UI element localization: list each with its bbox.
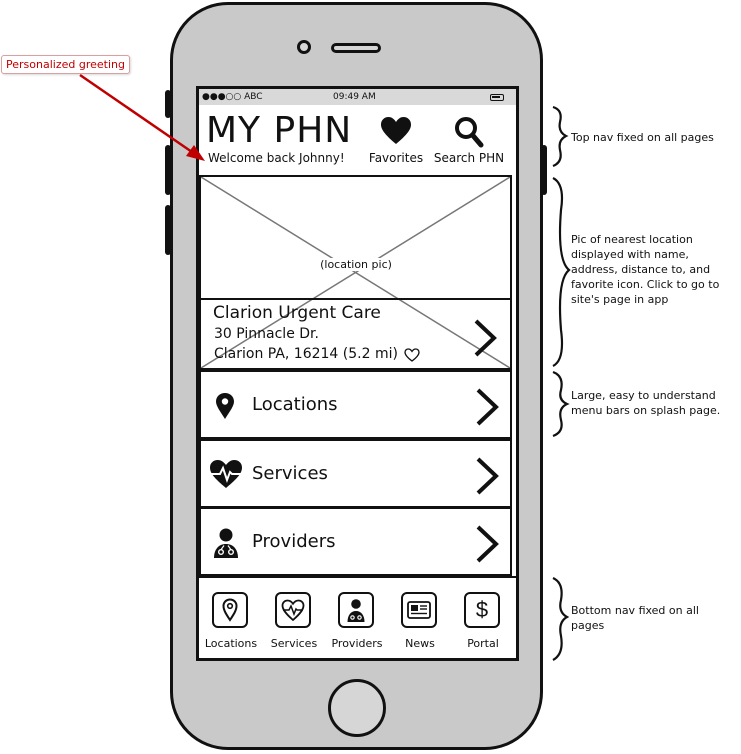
home-button[interactable] (328, 679, 386, 737)
app-logo: MY PHN (206, 110, 353, 151)
hero-annotation-line: site's page in app (571, 293, 669, 306)
hero-annotation: Pic of nearest location displayed with n… (571, 232, 719, 307)
status-bar: ●●●○○ ABC 09:49 AM (199, 89, 516, 105)
news-nav-button (401, 592, 437, 628)
hero-annotation-line: Pic of nearest location (571, 233, 693, 246)
status-time: 09:49 AM (333, 92, 376, 102)
hero-divider (199, 298, 512, 300)
bottom-nav-label: Services (270, 637, 318, 650)
bottom-nav-providers[interactable]: Providers (325, 577, 388, 657)
bottom-nav-locations[interactable]: Locations (199, 577, 262, 657)
menu-annotation: Large, easy to understand menu bars on s… (571, 388, 720, 418)
bottom-nav-label: News (405, 637, 435, 650)
bottom-nav-services[interactable]: Services (262, 577, 325, 657)
volume-down-button (165, 205, 171, 255)
heartbeat-icon (210, 460, 242, 488)
chevron-right-icon (474, 319, 497, 357)
menu-annotation-line: Large, easy to understand (571, 389, 716, 402)
menu-item-providers[interactable]: Providers (199, 507, 512, 576)
greeting-annotation-tag: Personalized greeting (1, 55, 130, 74)
top-nav-brace (552, 105, 569, 168)
earpiece-speaker (331, 43, 381, 53)
power-button (541, 145, 547, 195)
bottom-nav-portal[interactable]: $ Portal (451, 577, 514, 657)
chevron-right-icon (476, 525, 499, 563)
map-pin-icon (222, 598, 238, 622)
front-camera (297, 40, 311, 54)
menu-item-locations[interactable]: Locations (199, 370, 512, 439)
hero-annotation-line: address, distance to, and (571, 263, 711, 276)
dollar-icon: $ (475, 597, 489, 622)
services-nav-button (275, 592, 311, 628)
carrier-signal: ●●●○○ ABC (202, 92, 263, 102)
providers-nav-button (338, 592, 374, 628)
heart-icon (381, 117, 411, 144)
hero-annotation-line: displayed with name, (571, 248, 689, 261)
favorites-button[interactable]: Favorites (366, 114, 426, 168)
greeting-text: Welcome back Johnny! (208, 151, 345, 165)
top-nav-annotation: Top nav fixed on all pages (571, 131, 714, 144)
newspaper-icon (407, 601, 431, 619)
map-pin-icon (216, 393, 234, 419)
bottom-nav-label: Providers (331, 637, 383, 650)
bottom-nav-news[interactable]: News (388, 577, 451, 657)
location-name: Clarion Urgent Care (213, 303, 381, 323)
bottom-nav-annotation-line: pages (571, 619, 605, 632)
battery-icon (490, 94, 504, 101)
hero-brace (552, 177, 571, 367)
location-address-line1: 30 Pinnacle Dr. (214, 326, 319, 342)
heartbeat-icon (281, 599, 305, 621)
menu-brace (552, 370, 570, 438)
location-address-line2: Clarion PA, 16214 (5.2 mi) (214, 346, 398, 362)
bottom-nav-label: Portal (467, 637, 499, 650)
portal-nav-button: $ (464, 592, 500, 628)
menu-item-label: Locations (252, 394, 338, 415)
doctor-icon (347, 599, 365, 622)
search-icon (455, 117, 484, 148)
location-pic-caption: (location pic) (301, 258, 411, 271)
favorite-heart-outline-icon[interactable] (404, 348, 420, 362)
menu-item-label: Providers (252, 531, 336, 552)
doctor-icon (214, 528, 238, 558)
favorites-label: Favorites (368, 151, 424, 165)
locations-nav-button (212, 592, 248, 628)
bottom-nav: Locations Services Providers News $ Port… (199, 577, 516, 658)
bottom-nav-label: Locations (204, 637, 258, 650)
menu-item-services[interactable]: Services (199, 439, 512, 508)
menu-annotation-line: menu bars on splash page. (571, 404, 721, 417)
volume-up-button (165, 145, 171, 195)
mute-switch (165, 90, 171, 118)
chevron-right-icon (476, 457, 499, 495)
chevron-right-icon (476, 388, 499, 426)
search-button[interactable]: Search PHN (430, 114, 508, 168)
bottom-nav-annotation: Bottom nav fixed on all pages (571, 603, 699, 633)
search-label: Search PHN (433, 151, 505, 165)
menu-item-label: Services (252, 463, 328, 484)
hero-annotation-line: favorite icon. Click to go to (571, 278, 720, 291)
bottom-nav-annotation-line: Bottom nav fixed on all (571, 604, 699, 617)
bottom-nav-brace (552, 576, 570, 661)
